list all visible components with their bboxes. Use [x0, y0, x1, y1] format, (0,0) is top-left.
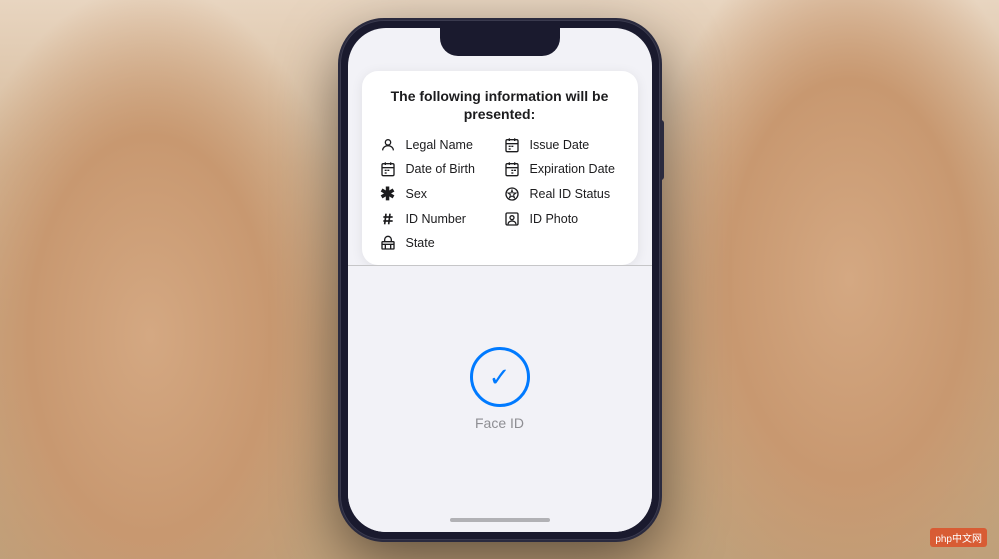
list-item: ✱ Sex [378, 185, 498, 203]
asterisk-icon: ✱ [378, 185, 398, 203]
bottom-area: ✓ Face ID [348, 266, 652, 532]
list-item: State [378, 235, 498, 251]
screen-content: The following information will be presen… [348, 28, 652, 532]
phone-screen: The following information will be presen… [348, 28, 652, 532]
calendar-exp-icon [502, 161, 522, 177]
phone-shell: The following information will be presen… [340, 20, 660, 540]
list-item: Issue Date [502, 137, 622, 153]
list-item: ID Number [378, 211, 498, 227]
hash-icon [378, 211, 398, 227]
real-id-status-label: Real ID Status [530, 187, 611, 201]
sex-label: Sex [406, 187, 428, 201]
date-of-birth-label: Date of Birth [406, 162, 475, 176]
star-circle-icon [502, 186, 522, 202]
calendar-dob-icon [378, 161, 398, 177]
list-item: Expiration Date [502, 161, 622, 177]
info-card: The following information will be presen… [362, 71, 638, 266]
home-indicator [450, 518, 550, 522]
issue-date-label: Issue Date [530, 138, 590, 152]
checkmark-icon: ✓ [489, 364, 511, 390]
id-photo-label: ID Photo [530, 212, 579, 226]
person-icon [378, 137, 398, 153]
state-label: State [406, 236, 435, 250]
watermark: php中文网 [930, 528, 987, 547]
face-id-circle[interactable]: ✓ [470, 347, 530, 407]
face-id-label: Face ID [475, 415, 524, 431]
building-icon [378, 235, 398, 251]
card-title: The following information will be presen… [378, 87, 622, 123]
list-item: Real ID Status [502, 185, 622, 203]
calendar-icon [502, 137, 522, 153]
person-square-icon [502, 211, 522, 227]
expiration-date-label: Expiration Date [530, 162, 615, 176]
list-item: Date of Birth [378, 161, 498, 177]
list-item: ID Photo [502, 211, 622, 227]
list-item: Legal Name [378, 137, 498, 153]
legal-name-label: Legal Name [406, 138, 473, 152]
phone-notch [440, 28, 560, 56]
phone-wrapper: The following information will be presen… [340, 20, 660, 540]
info-grid: Legal Name [378, 137, 622, 251]
scene: The following information will be presen… [0, 0, 999, 559]
id-number-label: ID Number [406, 212, 466, 226]
list-item-empty [502, 235, 622, 251]
